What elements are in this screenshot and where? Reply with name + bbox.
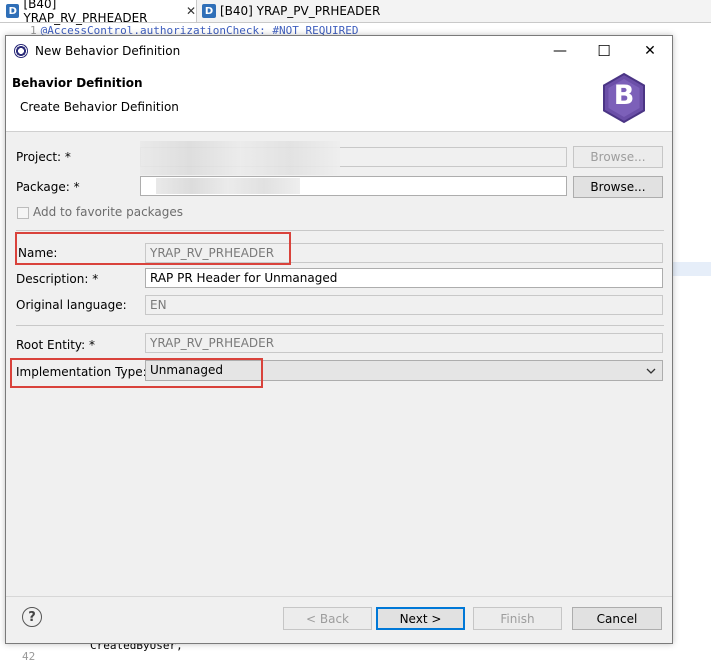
redacted-package [156, 178, 300, 194]
package-label: Package: * [16, 180, 80, 194]
wizard-header: Behavior Definition Create Behavior Defi… [6, 66, 672, 132]
editor-tab-pv-prheader[interactable]: D [B40] YRAP_PV_PRHEADER [196, 0, 396, 22]
new-behavior-definition-dialog: New Behavior Definition — ☐ ✕ Behavior D… [5, 35, 673, 644]
editor-tab-rv-prheader[interactable]: D [B40] YRAP_RV_PRHEADER ✕ [0, 0, 197, 25]
cancel-button[interactable]: Cancel [572, 607, 662, 630]
package-browse-button[interactable]: Browse... [573, 176, 663, 198]
logo-letter: B [613, 80, 635, 111]
behavior-definition-logo-icon: B [600, 72, 648, 124]
eclipse-icon [14, 44, 28, 58]
chevron-down-icon [646, 364, 656, 380]
description-field[interactable]: RAP PR Header for Unmanaged [145, 268, 663, 288]
project-label: Project: * [16, 150, 71, 164]
close-icon[interactable]: ✕ [186, 4, 196, 18]
minimize-button[interactable]: — [538, 36, 582, 66]
line-number-bottom: 42 [22, 650, 36, 663]
dialog-titlebar: New Behavior Definition — ☐ ✕ [6, 36, 672, 66]
original-language-label: Original language: [16, 298, 127, 312]
description-label: Description: * [16, 272, 99, 286]
maximize-button[interactable]: ☐ [582, 36, 626, 66]
close-button[interactable]: ✕ [628, 36, 672, 66]
ddl-file-icon: D [6, 4, 20, 18]
editor-tab-bar: D [B40] YRAP_RV_PRHEADER ✕ D [B40] YRAP_… [0, 0, 711, 25]
next-button[interactable]: Next > [376, 607, 465, 630]
favorite-label: Add to favorite packages [33, 205, 184, 219]
editor-highlight-strip [673, 262, 711, 276]
redacted-project [140, 141, 340, 175]
back-button[interactable]: < Back [283, 607, 372, 630]
editor-tab-label: [B40] YRAP_PV_PRHEADER [220, 4, 381, 18]
separator [16, 230, 664, 231]
project-browse-button[interactable]: Browse... [573, 146, 663, 168]
root-entity-field[interactable]: YRAP_RV_PRHEADER [145, 333, 663, 353]
help-icon[interactable]: ? [22, 607, 42, 627]
highlight-box-name [15, 232, 291, 265]
footer-separator [6, 596, 672, 597]
ddl-file-icon: D [202, 4, 216, 18]
separator [16, 325, 664, 326]
favorite-checkbox[interactable] [17, 207, 29, 219]
wizard-title: Behavior Definition [12, 76, 143, 90]
finish-button[interactable]: Finish [473, 607, 562, 630]
highlight-box-implementation-type [10, 358, 263, 388]
original-language-field[interactable]: EN [145, 295, 663, 315]
editor-tab-label: [B40] YRAP_RV_PRHEADER [23, 0, 148, 25]
root-entity-label: Root Entity: * [16, 338, 96, 352]
wizard-subtitle: Create Behavior Definition [20, 100, 179, 114]
dialog-title: New Behavior Definition [35, 44, 181, 58]
